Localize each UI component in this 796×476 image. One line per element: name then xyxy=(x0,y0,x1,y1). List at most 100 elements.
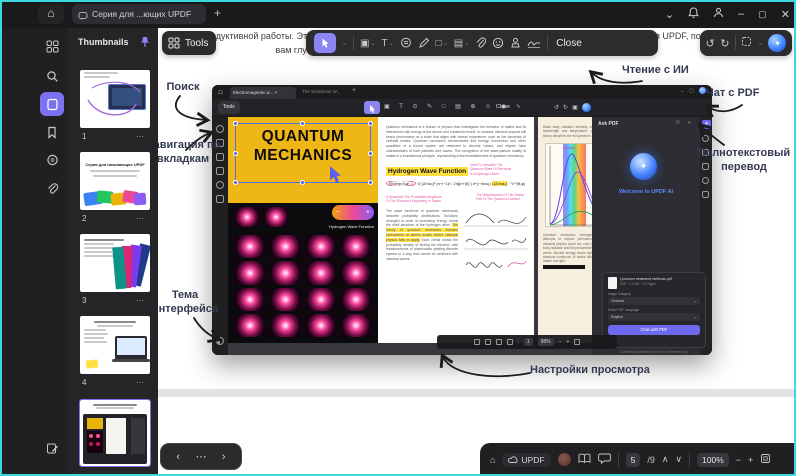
thumbnails-panel-title: Thumbnails xyxy=(78,37,129,47)
pager-more-icon[interactable]: ⋯ xyxy=(195,450,206,463)
notifications-bell-icon[interactable] xyxy=(688,7,699,22)
home-icon[interactable]: ⌂ xyxy=(38,4,64,24)
redacted-bar xyxy=(543,265,585,269)
left-icon-strip xyxy=(0,28,68,476)
bookmarks-icon[interactable] xyxy=(40,120,64,144)
annotation-theme: Темаинтерфейса xyxy=(158,288,225,316)
redo-icon[interactable]: ↻ xyxy=(720,37,729,50)
card-tool[interactable]: ▤⌄ xyxy=(454,38,469,49)
thumbnail-page-5-selected[interactable] xyxy=(80,400,150,466)
thumbnail-page-1[interactable] xyxy=(80,70,150,128)
popup-select-1: General⌄ xyxy=(608,297,700,305)
inner-cursor-tool xyxy=(364,101,380,114)
inner-explain-icon xyxy=(702,177,709,184)
inner-theme-icon xyxy=(216,337,224,345)
popup-file-meta: PDF · 2.4 MB · 24 Pages xyxy=(620,282,700,286)
chat-with-pdf-popup: Quantum treatment methods.pdf PDF · 2.4 … xyxy=(602,272,706,348)
pen-tool[interactable] xyxy=(418,37,430,49)
wave-formula: Ψnlm(r,θ,φ) = √( (2/na₀)³ (n−l−1)! / 2n[… xyxy=(386,181,530,186)
close-window-button[interactable]: ✕ xyxy=(781,8,790,21)
orbital-grid xyxy=(234,235,372,337)
select-tool-active[interactable] xyxy=(314,33,336,53)
zoom-level[interactable]: 100% xyxy=(697,453,729,467)
updf-ai-button[interactable]: ✦ xyxy=(768,34,786,52)
comment-tool[interactable] xyxy=(400,37,412,49)
ai-panel-header-icons: ⟳ ≡ xyxy=(676,120,694,126)
thumbnail-page-2[interactable]: Серия для начинающих UPDF xyxy=(80,152,150,210)
close-toolbar-button[interactable]: Close xyxy=(556,38,582,49)
inner-layers-icon xyxy=(216,195,224,203)
bottom-home-icon[interactable]: ⌂ xyxy=(490,455,495,465)
pink-note-3: The Wavefunction Of The RadialPart Of Th… xyxy=(476,193,532,202)
new-tab-button[interactable]: + xyxy=(214,6,221,20)
thumb-3-menu[interactable]: ⋯ xyxy=(136,296,145,305)
sticker-tool[interactable] xyxy=(492,37,504,49)
thumb-1-menu[interactable]: ⋯ xyxy=(136,132,145,141)
zoom-in-icon[interactable]: + xyxy=(748,455,753,465)
section-heading: Hydrogen Wave Function xyxy=(386,167,468,176)
reading-mode-icon[interactable] xyxy=(578,453,591,466)
inner-updf-ai-icon: ✦ xyxy=(702,120,711,129)
apps-grid-icon[interactable] xyxy=(40,34,64,58)
thumbnail-page-4[interactable] xyxy=(80,316,150,374)
page-edit-icon[interactable] xyxy=(40,436,64,460)
updf-app-pill[interactable]: UPDF xyxy=(502,453,550,467)
pink-note-1: Used To Describe TheQuantum State Of Ele… xyxy=(470,163,530,176)
comment-bubble-icon[interactable] xyxy=(598,453,611,466)
snapshot-chevron[interactable]: ⌄ xyxy=(758,40,763,47)
account-person-icon[interactable] xyxy=(713,7,724,21)
inner-view-icon-2 xyxy=(485,339,491,345)
text-tool[interactable]: T⌄ xyxy=(382,38,394,49)
titlebar-chevron-down-icon[interactable]: ⌄ xyxy=(665,8,674,21)
page-number-input[interactable]: 5 xyxy=(626,453,641,467)
inner-search-icon xyxy=(216,125,224,133)
fit-screen-icon[interactable] xyxy=(760,453,771,466)
annotation-tab-navigation: Навигация повкладкам xyxy=(158,138,223,166)
thumb-1-number: 1 xyxy=(82,132,86,141)
maximize-button[interactable]: ▢ xyxy=(758,9,767,20)
annotation-search: Поиск xyxy=(158,80,209,94)
thumbnails-icon[interactable] xyxy=(40,92,64,116)
select-tool-chevron[interactable]: ⌄ xyxy=(342,40,347,47)
gradient-label: Hydrogen Wave Function xyxy=(288,224,374,229)
thumbnail-page-3[interactable] xyxy=(80,234,150,292)
popup-label-1: Image Category xyxy=(608,292,700,296)
thumb-4-menu[interactable]: ⋯ xyxy=(136,378,145,387)
zoom-out-icon[interactable]: − xyxy=(736,455,741,465)
inner-redo-icon: ↻ xyxy=(563,104,568,111)
inner-toolbar: Tools ▣ T ⊙ ✎ □ ▤ ⊕ ☺ ◉ ∿ Close ↺ ↻ ▣ xyxy=(212,99,712,117)
ai-welcome-text: Welcome to UPDF AI xyxy=(592,189,700,195)
search-icon[interactable] xyxy=(40,64,64,88)
page-down-icon[interactable]: ∨ xyxy=(675,454,682,465)
stamp-tool[interactable] xyxy=(510,37,521,49)
minimize-button[interactable]: – xyxy=(738,8,744,20)
doc-tab-icon xyxy=(78,8,88,24)
signature-tool[interactable] xyxy=(527,37,541,49)
pdf-file-icon xyxy=(608,277,617,289)
inner-view-settings-bar: | 1 98% − + xyxy=(437,335,617,349)
highlight-tool[interactable]: ▣⌄ xyxy=(360,38,375,49)
updf-screenshot-image: ⌂ Electromagnetic w... × The Wondrous W.… xyxy=(212,85,712,355)
annotation-view-settings: Настройки просмотра xyxy=(530,363,650,377)
undo-icon[interactable]: ↺ xyxy=(706,37,715,50)
thumb-2-menu[interactable]: ⋯ xyxy=(136,214,145,223)
inner-document: QUANTUM MECHANICS xyxy=(228,117,592,355)
updf-ai-logo-icon: ✦ xyxy=(630,153,657,180)
document-tab[interactable]: Серия для ...ющих UPDF xyxy=(72,4,206,24)
attachments-paperclip-icon[interactable] xyxy=(40,176,64,200)
pin-icon[interactable] xyxy=(140,35,150,53)
thumb-4-number: 4 xyxy=(82,378,86,387)
attach-tool[interactable] xyxy=(475,37,486,49)
page-up-icon[interactable]: ∧ xyxy=(662,454,669,465)
pager-next-icon[interactable]: › xyxy=(222,451,226,463)
inner-tools-button: Tools xyxy=(218,101,240,114)
tools-button[interactable]: Tools xyxy=(162,31,216,55)
pager-prev-icon[interactable]: ‹ xyxy=(176,451,180,463)
profile-avatar[interactable] xyxy=(558,453,571,466)
chat-with-pdf-button: Chat with PDF xyxy=(608,325,700,335)
snapshot-icon[interactable] xyxy=(741,34,752,52)
thumb-2-title: Серия для начинающих UPDF xyxy=(80,162,150,167)
document-view: продуктивной работы. Эта вам глуб ия UPD… xyxy=(158,28,796,476)
comments-icon[interactable] xyxy=(40,148,64,172)
shape-tool[interactable]: □⌄ xyxy=(436,38,448,49)
